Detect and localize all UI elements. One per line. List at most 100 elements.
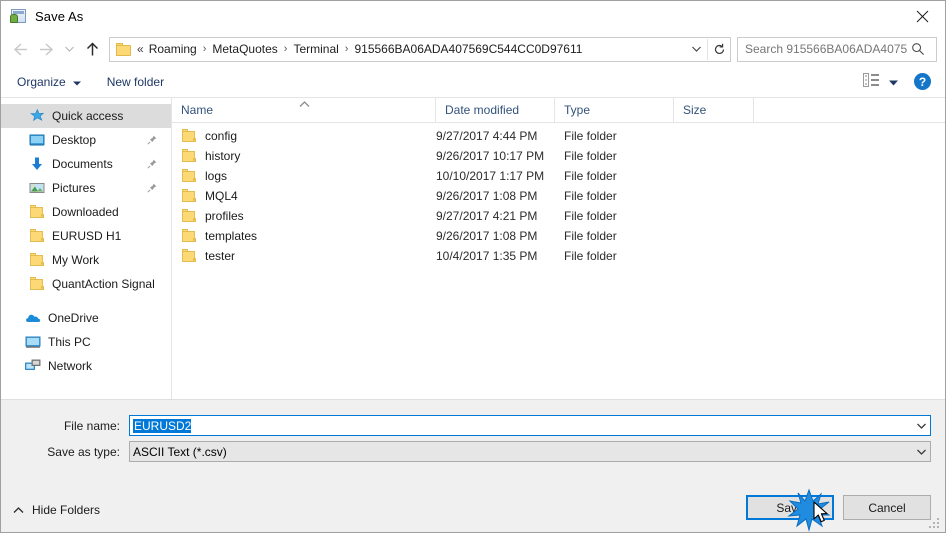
file-type: File folder [564, 149, 617, 163]
back-arrow-icon[interactable] [7, 36, 33, 62]
pin-icon[interactable] [147, 158, 157, 172]
column-label: Size [683, 103, 707, 117]
address-bar[interactable]: « Roaming › MetaQuotes › Terminal › 9155… [109, 36, 731, 62]
sidebar-item-desktop[interactable]: Desktop [1, 128, 171, 152]
breadcrumb-item-terminal[interactable]: Terminal [291, 42, 340, 56]
search-icon[interactable] [907, 41, 929, 57]
breadcrumb-separator[interactable]: › [280, 43, 292, 55]
table-row[interactable]: profiles 9/27/2017 4:21 PM File folder [172, 206, 945, 226]
dialog-footer: Hide Folders Save Cancel [1, 488, 945, 532]
breadcrumb-item-metaquotes[interactable]: MetaQuotes [210, 42, 279, 56]
cancel-button[interactable]: Cancel [843, 495, 931, 520]
file-name-cell: MQL4 [172, 188, 436, 204]
file-name-text: EURUSD2 [133, 418, 192, 433]
folder-icon [181, 228, 197, 244]
file-date: 9/27/2017 4:21 PM [436, 209, 538, 223]
chevron-down-icon[interactable] [913, 423, 930, 429]
up-arrow-icon[interactable] [79, 36, 105, 62]
hide-folders-button[interactable]: Hide Folders [13, 503, 100, 517]
toolbar-right: ? [863, 73, 945, 90]
table-row[interactable]: templates 9/26/2017 1:08 PM File folder [172, 226, 945, 246]
sidebar-item-label: Desktop [52, 133, 97, 147]
sidebar-item-pictures[interactable]: Pictures [1, 176, 171, 200]
organize-label: Organize [17, 74, 66, 89]
column-header-name[interactable]: Name [172, 98, 436, 122]
view-mode-button[interactable] [863, 73, 898, 90]
file-type: File folder [564, 249, 617, 263]
file-name-row: File name: EURUSD2 [1, 415, 931, 436]
recent-locations-chevron-icon[interactable] [59, 36, 79, 62]
help-label: ? [918, 74, 927, 89]
save-as-icon [10, 8, 27, 25]
breadcrumb-overflow[interactable]: « [137, 42, 147, 56]
save-as-dialog: Save As « Roaming › MetaQuotes › Termina… [0, 0, 946, 533]
pictures-icon [29, 180, 45, 196]
save-as-type-label: Save as type: [47, 444, 120, 459]
sidebar-item-quantaction-signal[interactable]: QuantAction Signal [1, 272, 171, 296]
folder-icon [29, 252, 45, 268]
save-as-type-select[interactable]: ASCII Text (*.csv) [129, 441, 931, 462]
table-row[interactable]: MQL4 9/26/2017 1:08 PM File folder [172, 186, 945, 206]
star-icon [29, 108, 45, 124]
column-header-size[interactable]: Size [674, 98, 754, 122]
sidebar-item-eurusd-h1[interactable]: EURUSD H1 [1, 224, 171, 248]
breadcrumb-item-guid[interactable]: 915566BA06ADA407569C544CC0D97611 [352, 42, 584, 56]
breadcrumb-item-roaming[interactable]: Roaming [147, 42, 199, 56]
file-name: logs [205, 169, 228, 183]
sidebar-item-network[interactable]: Network [1, 354, 171, 378]
file-name-cell: tester [172, 248, 436, 264]
help-icon[interactable]: ? [914, 73, 931, 90]
refresh-icon[interactable] [708, 39, 730, 60]
breadcrumb-separator[interactable]: › [341, 43, 353, 55]
search-placeholder: Search 915566BA06ADA40756... [745, 42, 907, 56]
caret-up-icon [13, 503, 24, 517]
file-type: File folder [564, 229, 617, 243]
column-label: Name [181, 103, 214, 117]
documents-icon [29, 156, 45, 172]
search-input[interactable]: Search 915566BA06ADA40756... [737, 36, 937, 62]
sidebar-item-label: Network [48, 359, 93, 373]
sidebar-item-downloaded[interactable]: Downloaded [1, 200, 171, 224]
save-label: Save [776, 500, 804, 515]
pin-icon[interactable] [147, 182, 157, 196]
table-row[interactable]: logs 10/10/2017 1:17 PM File folder [172, 166, 945, 186]
sidebar-item-this-pc[interactable]: This PC [1, 330, 171, 354]
file-name-cell: profiles [172, 208, 436, 224]
sidebar-item-quick-access[interactable]: Quick access [1, 104, 171, 128]
new-folder-button[interactable]: New folder [107, 75, 164, 89]
file-name-input[interactable]: EURUSD2 [129, 415, 931, 436]
breadcrumb-separator[interactable]: › [199, 43, 211, 55]
sidebar-item-onedrive[interactable]: OneDrive [1, 306, 171, 330]
file-name: templates [205, 229, 258, 243]
forward-arrow-icon[interactable] [33, 36, 59, 62]
sidebar-item-label: EURUSD H1 [52, 229, 122, 243]
column-headers: Name Date modified Type Size [172, 98, 945, 123]
close-icon[interactable] [899, 1, 945, 31]
title-bar: Save As [1, 1, 945, 32]
file-name-cell: templates [172, 228, 436, 244]
chevron-down-icon[interactable] [685, 39, 707, 60]
sidebar-item-documents[interactable]: Documents [1, 152, 171, 176]
column-header-date-modified[interactable]: Date modified [436, 98, 555, 122]
file-date: 9/27/2017 4:44 PM [436, 129, 538, 143]
save-button[interactable]: Save [746, 495, 834, 520]
table-row[interactable]: config 9/27/2017 4:44 PM File folder [172, 126, 945, 146]
toolbar: Organize New folder ? [1, 66, 945, 98]
column-header-type[interactable]: Type [555, 98, 674, 122]
pin-icon[interactable] [147, 134, 157, 148]
table-row[interactable]: history 9/26/2017 10:17 PM File folder [172, 146, 945, 166]
file-name: history [205, 149, 241, 163]
resize-grip-icon[interactable] [929, 516, 941, 528]
footer-buttons: Save Cancel [737, 495, 931, 520]
file-rows: config 9/27/2017 4:44 PM File folder his… [172, 123, 945, 399]
file-type: File folder [564, 189, 617, 203]
cancel-label: Cancel [868, 500, 906, 515]
folder-icon [29, 204, 45, 220]
sidebar-item-my-work[interactable]: My Work [1, 248, 171, 272]
organize-button[interactable]: Organize [17, 75, 81, 89]
caret-down-icon [72, 75, 81, 89]
table-row[interactable]: tester 10/4/2017 1:35 PM File folder [172, 246, 945, 266]
chevron-down-icon[interactable] [913, 449, 930, 455]
file-type: File folder [564, 169, 617, 183]
file-date: 10/10/2017 1:17 PM [436, 169, 545, 183]
